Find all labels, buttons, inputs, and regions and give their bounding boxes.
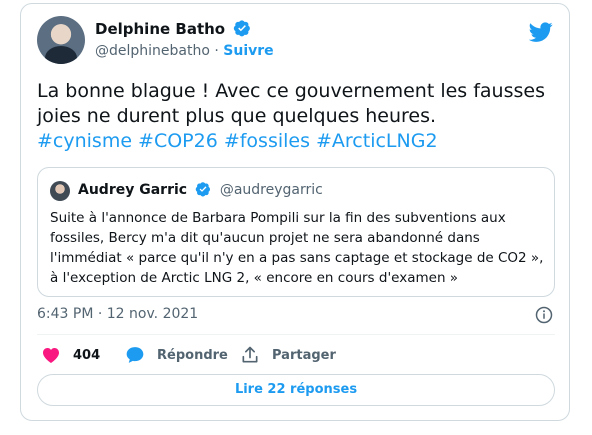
share-label: Partager [272, 347, 336, 363]
reply-bubble-icon [126, 347, 144, 363]
share-button[interactable]: Partager [240, 345, 336, 365]
reply-label: Répondre [157, 347, 228, 363]
info-icon[interactable] [535, 306, 553, 328]
like-count: 404 [73, 347, 101, 363]
tweet-card: Delphine Batho @delphinebatho · Suivre L… [20, 3, 570, 421]
quoted-author-name: Audrey Garric [78, 182, 188, 198]
author-handle-line: @delphinebatho · Suivre [95, 43, 274, 59]
twitter-bird-icon[interactable] [528, 20, 553, 48]
tweet-text: La bonne blague ! Avec ce gouvernement l… [37, 80, 545, 127]
like-button[interactable]: 404 [41, 345, 100, 365]
reply-button[interactable]: Répondre [125, 345, 228, 365]
divider [37, 334, 555, 335]
hashtag-link[interactable]: #COP26 [138, 130, 218, 152]
quoted-tweet-text: Suite à l'annonce de Barbara Pompili sur… [50, 210, 544, 286]
read-replies-button[interactable]: Lire 22 réponses [37, 374, 555, 406]
share-icon [242, 346, 258, 363]
tweet-timestamp[interactable]: 6:43 PM · 12 nov. 2021 [37, 306, 198, 322]
author-name-row[interactable]: Delphine Batho [95, 19, 251, 41]
separator-dot: · [214, 43, 219, 59]
quoted-tweet[interactable]: Audrey Garric @audreygarric Suite à l'an… [37, 167, 555, 297]
author-handle[interactable]: @delphinebatho [95, 43, 210, 59]
heart-icon [43, 348, 59, 363]
follow-button[interactable]: Suivre [223, 43, 273, 59]
author-name[interactable]: Delphine Batho [95, 20, 225, 38]
verified-badge-icon [233, 19, 251, 41]
hashtag-link[interactable]: #cynisme [37, 130, 132, 152]
hashtag-list: #cynisme #COP26 #fossiles #ArcticLNG2 [37, 129, 444, 154]
quoted-author-handle: @audreygarric [219, 182, 323, 198]
author-avatar[interactable] [37, 16, 85, 64]
quoted-author-avatar [50, 181, 70, 201]
hashtag-link[interactable]: #fossiles [224, 130, 310, 152]
quoted-author-row: Audrey Garric @audreygarric [78, 181, 323, 201]
verified-badge-icon [195, 181, 211, 201]
hashtag-link[interactable]: #ArcticLNG2 [316, 130, 438, 152]
